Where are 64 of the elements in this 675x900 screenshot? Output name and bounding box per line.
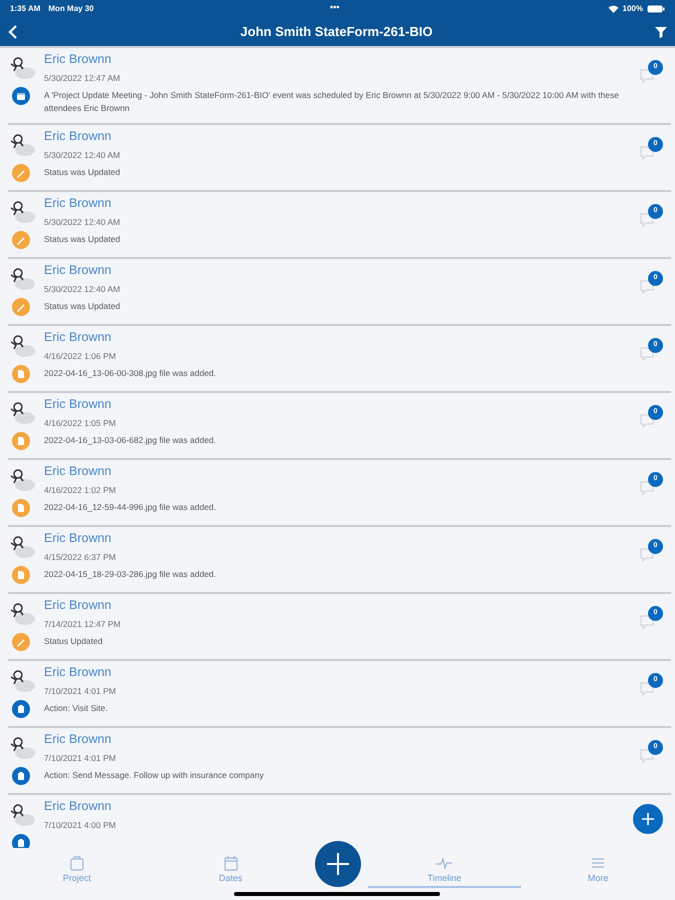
briefcase-icon <box>68 854 86 872</box>
clipboard-icon <box>12 700 30 718</box>
back-icon[interactable] <box>8 25 18 39</box>
page-title: John Smith StateForm-261-BIO <box>239 23 434 42</box>
pencil-icon <box>12 298 30 316</box>
timestamp: 5/30/2022 12:47 AM <box>44 72 120 85</box>
document-icon <box>12 365 30 383</box>
author-name[interactable]: Eric Brownn <box>44 261 112 279</box>
timestamp: 4/15/2022 6:37 PM <box>44 551 116 564</box>
timestamp: 5/30/2022 12:40 AM <box>44 149 120 162</box>
battery-icon <box>647 5 665 13</box>
plus-icon <box>642 813 654 825</box>
calendar-icon <box>222 854 240 872</box>
author-name[interactable]: Eric Brownn <box>44 529 112 547</box>
timestamp: 4/16/2022 1:05 PM <box>44 417 116 430</box>
tab-bar-item[interactable]: Project <box>0 848 154 888</box>
status-time: 1:35 AM <box>10 3 40 15</box>
multitask-dots[interactable]: ••• <box>330 3 340 12</box>
activity-description: Status was Updated <box>44 233 122 246</box>
timestamp: 4/16/2022 1:06 PM <box>44 350 116 363</box>
activity-description: 2022-04-16_13-03-06-682.jpg file was added. <box>44 434 218 447</box>
activity-description: 2022-04-16_12-59-44-996.jpg file was added. <box>44 501 218 514</box>
document-icon <box>12 499 30 517</box>
author-name[interactable]: Eric Brownn <box>44 194 112 212</box>
timestamp: 4/16/2022 1:02 PM <box>44 484 116 497</box>
author-name[interactable]: Eric Brownn <box>44 663 112 681</box>
calendar-icon <box>12 87 30 105</box>
timestamp: 7/10/2021 4:00 PM <box>44 819 116 832</box>
activity-description: Action: Send Message. Follow up with insurance company <box>44 769 265 782</box>
tab-bar-item[interactable]: Dates <box>154 848 308 888</box>
battery-percentage: 100% <box>622 3 643 15</box>
activity-description: A 'Project Update Meeting - John Smith StateForm-261-BIO' event was scheduled by Eric Brownn at 5/30/2022 9:00 AM - 5/30/2022 10:00 AM with these attendees Eric Brownn <box>44 89 620 115</box>
tab-bar-item[interactable]: More <box>521 848 675 888</box>
filter-icon[interactable] <box>655 26 667 38</box>
timestamp: 7/14/2021 12:47 PM <box>44 618 121 631</box>
activity-description: Status Updated <box>44 635 104 648</box>
timestamp: 5/30/2022 12:40 AM <box>44 283 120 296</box>
tab-bar-item[interactable]: Timeline <box>368 848 522 888</box>
pencil-icon <box>12 231 30 249</box>
document-icon <box>12 432 30 450</box>
timestamp: 7/10/2021 4:01 PM <box>44 685 116 698</box>
document-icon <box>12 566 30 584</box>
author-name[interactable]: Eric Brownn <box>44 462 112 480</box>
status-date: Mon May 30 <box>48 3 94 15</box>
plus-icon <box>327 853 349 875</box>
pencil-icon <box>12 164 30 182</box>
add-button[interactable] <box>633 804 663 834</box>
author-name[interactable]: Eric Brownn <box>44 596 112 614</box>
author-name[interactable]: Eric Brownn <box>44 395 112 413</box>
timestamp: 7/10/2021 4:01 PM <box>44 752 116 765</box>
activity-description: Action: Visit Site. <box>44 702 109 715</box>
author-name[interactable]: Eric Brownn <box>44 797 112 815</box>
wifi-icon <box>608 5 619 13</box>
activity-description: Status was Updated <box>44 166 122 179</box>
author-name[interactable]: Eric Brownn <box>44 328 112 346</box>
pencil-icon <box>12 633 30 651</box>
clipboard-icon <box>12 767 30 785</box>
activity-description: Status was Updated <box>44 300 122 313</box>
activity-description: 2022-04-15_18-29-03-286.jpg file was added. <box>44 568 218 581</box>
activity-description: 2022-04-16_13-06-00-308.jpg file was added. <box>44 367 218 380</box>
timestamp: 5/30/2022 12:40 AM <box>44 216 120 229</box>
author-name[interactable]: Eric Brownn <box>44 127 112 145</box>
author-name[interactable]: Eric Brownn <box>44 730 112 748</box>
author-name[interactable]: Eric Brownn <box>44 50 112 68</box>
